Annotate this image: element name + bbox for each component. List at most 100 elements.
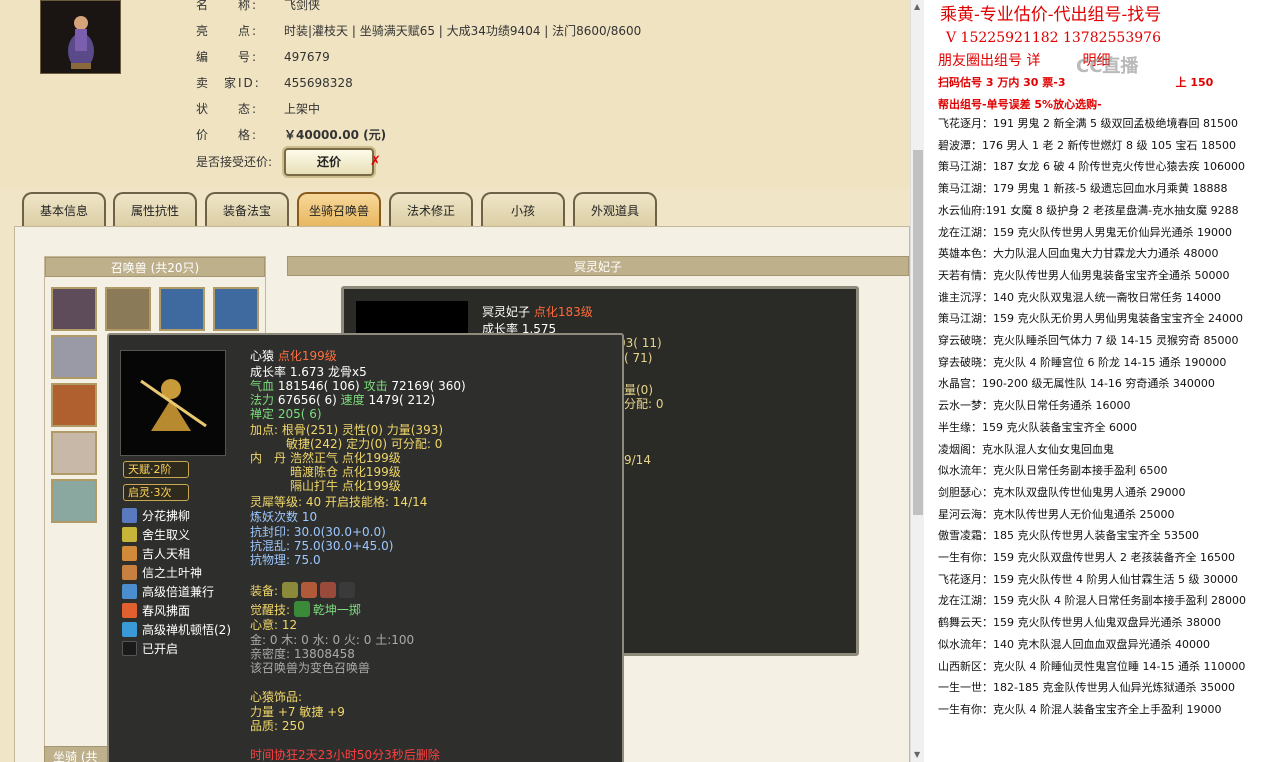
page-scrollbar[interactable]: ▲ ▼ xyxy=(910,0,924,762)
tt-hp-atk: 气血 181546( 106) 攻击 72169( 360) xyxy=(250,379,466,393)
note-item: 凌烟阁：克水队混人女仙女鬼回血鬼 xyxy=(938,442,1114,456)
equip-icon[interactable] xyxy=(281,582,298,598)
note-item: 星河云海：克木队传世男人无价仙鬼通杀 25000 xyxy=(938,507,1175,521)
tab-mounts-pets[interactable]: 坐骑召唤兽 xyxy=(297,192,381,226)
tt-zen: 禅定 205( 6) xyxy=(250,407,322,421)
tt-accessory-label: 心猿饰品: xyxy=(250,690,303,704)
skill-item[interactable]: 吉人天相 xyxy=(122,545,190,563)
note-item: 飞花逐月：191 男鬼 2 新全满 5 级双回孟极绝境春回 81500 xyxy=(938,117,1238,130)
pet-stat-fragment: 03( 11) xyxy=(618,336,662,350)
tt-res-chaos: 抗混乱: 75.0(30.0+45.0) xyxy=(250,539,394,553)
skill-item[interactable]: 高级禅机顿悟(2) xyxy=(122,621,231,639)
scroll-down-icon[interactable]: ▼ xyxy=(914,750,920,759)
info-row-highlight: 亮 点: 时装|灌枝天 | 坐骑满天赋65 | 大成34功绩9404 | 法门86… xyxy=(196,24,642,38)
pet-slot[interactable] xyxy=(159,287,205,331)
equip-icon[interactable] xyxy=(338,582,355,598)
note-item: 一生有你：克火队 4 阶混人装备宝宝齐全上手盈利 19000 xyxy=(938,702,1222,716)
pet-stat-fragment: 9/14 xyxy=(624,453,651,467)
pet-slot[interactable] xyxy=(51,431,97,475)
notes-title: 乘黄-专业估价-代出组号-找号 xyxy=(940,5,1162,25)
role-info-panel: 名 称: 飞剑侠 亮 点: 时装|灌枝天 | 坐骑满天赋65 | 大成34功绩940… xyxy=(0,0,910,188)
tab-appearance[interactable]: 外观道具 xyxy=(573,192,657,226)
close-icon: ✗ xyxy=(370,154,381,169)
note-item: 似水流年：克火队日常任务副本接手盈利 6500 xyxy=(938,464,1168,478)
character-portrait xyxy=(40,0,121,74)
scrollbar-thumb[interactable] xyxy=(913,150,923,515)
skill-icon xyxy=(122,527,137,542)
talent-badge: 天赋·2阶 xyxy=(123,461,189,478)
monkey-figure xyxy=(121,351,225,455)
note-item: 天若有情：克火队传世男人仙男鬼装备宝宝齐全通杀 50000 xyxy=(938,268,1230,282)
tt-intent: 心意: 12 xyxy=(250,618,298,632)
tt-awaken: 觉醒技: 乾坤一掷 xyxy=(250,601,361,617)
skill-icon xyxy=(122,565,137,580)
tt-inner-3: 隔山打牛 点化199级 xyxy=(290,479,401,493)
tab-equipment[interactable]: 装备法宝 xyxy=(205,192,289,226)
scroll-up-icon[interactable]: ▲ xyxy=(914,2,920,11)
pet-slot[interactable] xyxy=(105,287,151,331)
notes-contact: V 15225921182 13782553976 xyxy=(946,30,1161,46)
awaken-badge: 启灵·3次 xyxy=(123,484,189,501)
skill-item[interactable]: 高级倍道兼行 xyxy=(122,583,214,601)
skill-item[interactable]: 已开启 xyxy=(122,640,178,658)
tt-accessory-1: 力量 +7 敏捷 +9 xyxy=(250,705,345,719)
note-item: 傲雪凌霜：185 克火队传世男人装备宝宝齐全 53500 xyxy=(938,529,1199,543)
tt-expiry: 时间协狂2天23小时50分3秒后删除 xyxy=(250,748,440,762)
note-item: 策马江湖：159 克火队无价男人男仙男鬼装备宝宝齐全 24000 xyxy=(938,312,1243,326)
pet-detail-title: 冥灵妃子 xyxy=(287,256,909,276)
tt-inner-2: 暗渡陈仓 点化199级 xyxy=(290,465,401,479)
info-row-status: 状 态: 上架中 xyxy=(196,102,321,116)
skill-item[interactable]: 舍生取义 xyxy=(122,526,190,544)
skill-icon xyxy=(122,603,137,618)
note-item: 一生有你：159 克火队双盘传世男人 2 老孩装备齐全 16500 xyxy=(938,551,1235,564)
info-row-name: 名 称: 飞剑侠 xyxy=(196,0,321,12)
price-notes-document: 乘黄-专业估价-代出组号-找号 V 15225921182 1378255397… xyxy=(924,0,1280,762)
pet-slot[interactable] xyxy=(51,335,97,379)
tab-bar: 基本信息 属性抗性 装备法宝 坐骑召唤兽 法术修正 小孩 外观道具 xyxy=(20,192,900,228)
note-item: 穿云破晓：克火队睡杀回气体力 7 级 14-15 灵猴穷奇 85000 xyxy=(938,334,1239,347)
tt-inner-label: 内 丹 xyxy=(250,451,287,465)
character-figure xyxy=(41,1,120,73)
tt-inner-1: 浩然正气 点化199级 xyxy=(290,451,401,465)
skill-icon xyxy=(122,546,137,561)
tab-spells[interactable]: 法术修正 xyxy=(389,192,473,226)
skill-item[interactable]: 信之土叶神 xyxy=(122,564,202,582)
skill-icon xyxy=(122,622,137,637)
pet-list-title: 召唤兽 (共20只) xyxy=(45,257,265,277)
skill-item[interactable]: 分花拂柳 xyxy=(122,507,190,525)
pet-slot[interactable] xyxy=(51,383,97,427)
tt-intimacy: 亲密度: 13808458 xyxy=(250,647,355,661)
tt-refine: 炼妖次数 10 xyxy=(250,510,318,524)
tt-res-seal: 抗封印: 30.0(30.0+0.0) xyxy=(250,525,386,539)
equip-icon[interactable] xyxy=(300,582,317,598)
note-item: 鹤舞云天：159 克火队传世男人仙鬼双盘异光通杀 38000 xyxy=(938,616,1221,630)
equip-icon[interactable] xyxy=(319,582,336,598)
tab-child[interactable]: 小孩 xyxy=(481,192,565,226)
note-item: 碧波潭：176 男人 1 老 2 新传世燃灯 8 级 105 宝石 18500 xyxy=(938,138,1236,152)
pet-stat-fragment: 分配: 0 xyxy=(624,397,664,411)
counter-offer-button[interactable]: 还价 xyxy=(284,148,374,176)
pet-slot[interactable] xyxy=(51,287,97,331)
tab-attributes[interactable]: 属性抗性 xyxy=(113,192,197,226)
note-item: 一生一世：182-185 克金队传世男人仙异光炼狱通杀 35000 xyxy=(938,681,1235,695)
skill-icon xyxy=(122,508,137,523)
tt-points-1: 加点: 根骨(251) 灵性(0) 力量(393) xyxy=(250,423,444,437)
notes-red-line: 帮出组号-单号误差 5%放心选购- xyxy=(938,98,1102,111)
note-item: 策马江湖：187 女龙 6 破 4 阶传世克火传世心猿去疾 106000 xyxy=(938,160,1245,174)
info-row-price: 价 格: ￥40000.00 (元) xyxy=(196,128,387,142)
notes-red-line: 扫码估号 3 万内 30 票-3 上 150 xyxy=(938,76,1214,89)
note-item: 龙在江湖：159 克火队传世男人男鬼无价仙异光通杀 19000 xyxy=(938,225,1232,239)
note-item: 水云仙府:191 女魔 8 级护身 2 老孩星盘满-克水抽女魔 9288 xyxy=(938,203,1239,217)
tt-growth: 成长率 1.673 龙骨x5 xyxy=(250,365,367,379)
game-window: 名 称: 飞剑侠 亮 点: 时装|灌枝天 | 坐骑满天赋65 | 大成34功绩940… xyxy=(0,0,910,762)
note-item: 似水流年：140 克木队混人回血血双盘异光通杀 40000 xyxy=(938,637,1210,651)
tt-equip: 装备: xyxy=(250,582,358,599)
tt-note: 该召唤兽为变色召唤兽 xyxy=(250,661,371,675)
pet-tooltip: 心猿 点化199级 成长率 1.673 龙骨x5 气血 181546( 106)… xyxy=(107,333,624,762)
skill-icon xyxy=(122,584,137,599)
skill-item[interactable]: 春风拂面 xyxy=(122,602,190,620)
info-row-seller: 卖 家ID: 455698328 xyxy=(196,76,353,90)
pet-slot[interactable] xyxy=(51,479,97,523)
tab-basic-info[interactable]: 基本信息 xyxy=(22,192,106,226)
pet-slot[interactable] xyxy=(213,287,259,331)
